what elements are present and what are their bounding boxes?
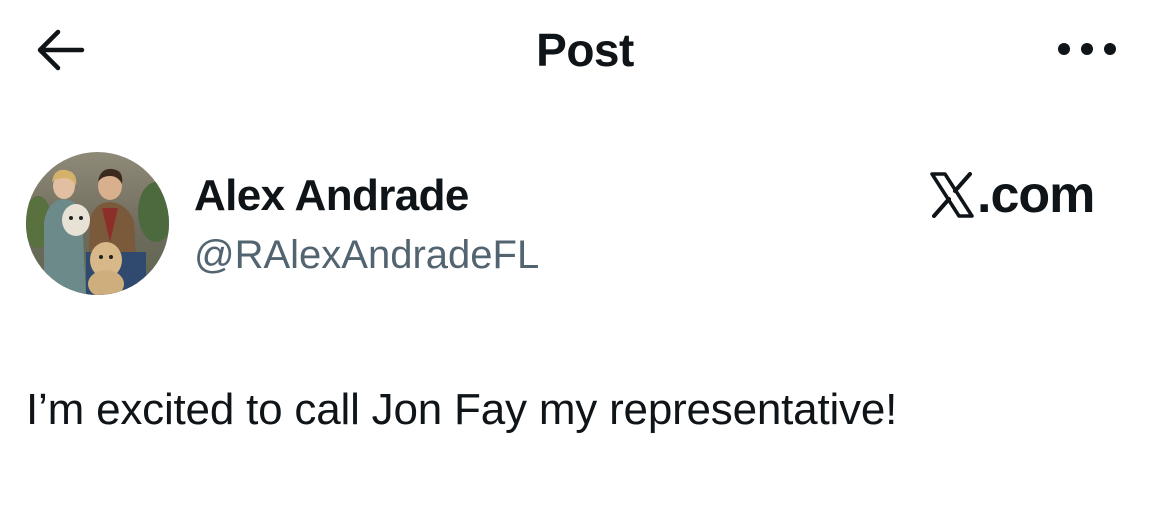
user-handle[interactable]: @RAlexAndradeFL [194, 230, 539, 280]
page-title: Post [536, 24, 634, 76]
avatar-photo [26, 152, 169, 295]
brand-domain-text: .com [977, 166, 1095, 224]
brand-watermark: .com [930, 165, 1095, 225]
more-horizontal-icon [1058, 43, 1116, 55]
top-bar: Post [0, 0, 1170, 100]
more-options-button[interactable] [1052, 26, 1122, 72]
post-body-text: I’m excited to call Jon Fay my represent… [26, 385, 898, 434]
display-name[interactable]: Alex Andrade [194, 170, 469, 222]
avatar[interactable] [26, 152, 169, 295]
arrow-left-icon [37, 29, 85, 71]
back-button[interactable] [30, 22, 90, 78]
x-logo-icon [930, 172, 974, 218]
